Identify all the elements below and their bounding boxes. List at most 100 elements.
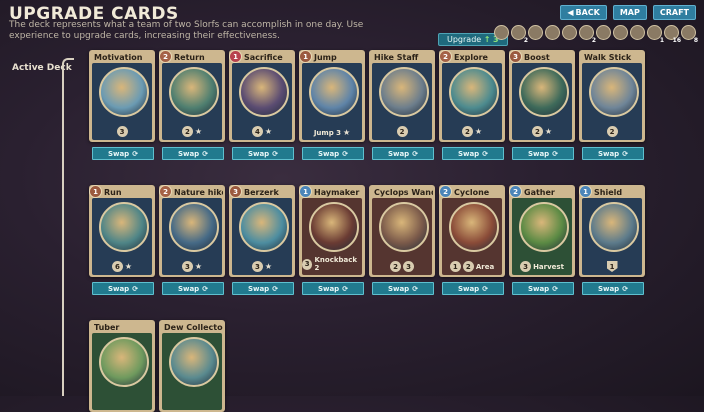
card-jump[interactable]: Jump 1 Jump 3 ★ Swap ⟳ <box>299 50 365 160</box>
swap-icon: ⟳ <box>482 149 489 158</box>
card-gather[interactable]: Gather 2 3 Harvest Swap ⟳ <box>509 185 575 295</box>
card-frame[interactable]: Boost 3 2 ★ <box>509 50 575 142</box>
card-motivation[interactable]: Motivation 3 Swap ⟳ <box>89 50 155 160</box>
swap-icon: ⟳ <box>132 284 139 293</box>
card-frame[interactable]: Haymaker 1 3 Knockback 2 <box>299 185 365 277</box>
card-berzerk[interactable]: Berzerk 3 3 ★ Swap ⟳ <box>229 185 295 295</box>
swap-icon: ⟳ <box>412 149 419 158</box>
card-return[interactable]: Return 2 2 ★ Swap ⟳ <box>159 50 225 160</box>
swap-button[interactable]: Swap ⟳ <box>582 282 644 295</box>
craft-button[interactable]: CRAFT <box>652 5 696 20</box>
swap-button[interactable]: Swap ⟳ <box>162 282 224 295</box>
card-hike-staff[interactable]: Hike Staff 2 Swap ⟳ <box>369 50 435 160</box>
card-stat: 3 <box>92 126 152 137</box>
swap-button[interactable]: Swap ⟳ <box>302 282 364 295</box>
card-body: 3 Harvest <box>512 198 572 275</box>
card-body <box>162 333 222 410</box>
swap-button[interactable]: Swap ⟳ <box>302 147 364 160</box>
card-frame[interactable]: Run 1 6 ★ <box>89 185 155 277</box>
card-body: 1 2 Area <box>442 198 502 275</box>
card-name: Dew Collector <box>164 323 223 332</box>
swap-button[interactable]: Swap ⟳ <box>372 147 434 160</box>
map-button[interactable]: MAP <box>612 5 647 20</box>
card-frame[interactable]: Cyclone 2 1 2 Area <box>439 185 505 277</box>
card-frame[interactable]: Explore 2 2 ★ <box>439 50 505 142</box>
card-frame[interactable]: Shield 1 1 <box>579 185 645 277</box>
stat-value: 2 <box>531 126 543 137</box>
swap-button[interactable]: Swap ⟳ <box>92 147 154 160</box>
leaf-icon <box>528 25 543 40</box>
card-run[interactable]: Run 1 6 ★ Swap ⟳ <box>89 185 155 295</box>
swap-icon: ⟳ <box>622 284 629 293</box>
card-stat: 3 ★ <box>232 261 292 272</box>
swap-button[interactable]: Swap ⟳ <box>92 282 154 295</box>
stick-icon <box>545 25 560 40</box>
card-sacrifice[interactable]: Sacrifice 1 4 ★ Swap ⟳ <box>229 50 295 160</box>
swap-icon: ⟳ <box>552 149 559 158</box>
card-body: 4 ★ <box>232 63 292 140</box>
card-tuber[interactable]: Tuber <box>89 320 155 412</box>
card-frame[interactable]: Berzerk 3 3 ★ <box>229 185 295 277</box>
swap-button[interactable]: Swap ⟳ <box>162 147 224 160</box>
card-frame[interactable]: Nature hike 2 3 ★ <box>159 185 225 277</box>
card-frame[interactable]: Jump 1 Jump 3 ★ <box>299 50 365 142</box>
resource-count: 16 <box>672 37 681 44</box>
card-frame[interactable]: Return 2 2 ★ <box>159 50 225 142</box>
card-art-icon <box>239 67 289 117</box>
card-haymaker[interactable]: Haymaker 1 3 Knockback 2 Swap ⟳ <box>299 185 365 295</box>
card-body: 2 <box>372 63 432 140</box>
card-frame[interactable]: Motivation 3 <box>89 50 155 142</box>
card-walk-stick[interactable]: Walk Stick 2 Swap ⟳ <box>579 50 645 160</box>
card-cyclone[interactable]: Cyclone 2 1 2 Area Swap ⟳ <box>439 185 505 295</box>
card-nature-hike[interactable]: Nature hike 2 3 ★ Swap ⟳ <box>159 185 225 295</box>
swap-icon: ⟳ <box>622 149 629 158</box>
card-frame[interactable]: Sacrifice 1 4 ★ <box>229 50 295 142</box>
card-cost-badge: 2 <box>159 185 172 198</box>
card-art-icon <box>589 202 639 252</box>
card-art-icon <box>379 67 429 117</box>
swap-button[interactable]: Swap ⟳ <box>512 147 574 160</box>
stat-value: 3 <box>251 261 263 272</box>
resource-item: 2 <box>511 25 528 44</box>
card-frame[interactable]: Gather 2 3 Harvest <box>509 185 575 277</box>
card-explore[interactable]: Explore 2 2 ★ Swap ⟳ <box>439 50 505 160</box>
swap-button[interactable]: Swap ⟳ <box>512 282 574 295</box>
card-shield[interactable]: Shield 1 1 Swap ⟳ <box>579 185 645 295</box>
resource-bar: 2 2 1 16 8 <box>494 25 698 44</box>
card-body: 23 <box>372 198 432 275</box>
card-dew-collector[interactable]: Dew Collector <box>159 320 225 412</box>
swap-button[interactable]: Swap ⟳ <box>232 147 294 160</box>
card-cyclops-wand[interactable]: Cyclops Wand 2 3 Swap ⟳ <box>369 185 435 295</box>
card-boost[interactable]: Boost 3 2 ★ Swap ⟳ <box>509 50 575 160</box>
stat-value: 2 <box>396 126 408 137</box>
card-body: 3 Knockback 2 <box>302 198 362 275</box>
swap-icon: ⟳ <box>202 149 209 158</box>
stat-value: 3 <box>116 126 128 137</box>
swap-button[interactable]: Swap ⟳ <box>582 147 644 160</box>
resource-item <box>596 25 611 40</box>
resource-item <box>528 25 543 40</box>
swap-icon: ⟳ <box>272 149 279 158</box>
star-icon: ★ <box>194 262 203 271</box>
card-frame[interactable]: Hike Staff 2 <box>369 50 435 142</box>
card-cost-badge: 1 <box>229 50 242 63</box>
card-name: Hike Staff <box>374 53 419 62</box>
swap-button[interactable]: Swap ⟳ <box>232 282 294 295</box>
card-stat: 1 2 Area <box>442 261 502 272</box>
resource-item <box>630 25 645 40</box>
card-frame[interactable]: Tuber <box>89 320 155 412</box>
card-cost-badge: 1 <box>299 50 312 63</box>
back-button[interactable]: ◀ BACK <box>560 5 607 20</box>
star-icon: ★ <box>194 127 203 136</box>
swap-button[interactable]: Swap ⟳ <box>372 282 434 295</box>
card-art-icon <box>449 67 499 117</box>
card-stat: 3 Harvest <box>512 261 572 272</box>
card-frame[interactable]: Cyclops Wand 2 3 <box>369 185 435 277</box>
card-cost-badge: 1 <box>579 185 592 198</box>
stat-value: 6 <box>111 261 123 272</box>
card-art-icon <box>449 202 499 252</box>
card-frame[interactable]: Dew Collector <box>159 320 225 412</box>
swap-button[interactable]: Swap ⟳ <box>442 282 504 295</box>
swap-button[interactable]: Swap ⟳ <box>442 147 504 160</box>
card-frame[interactable]: Walk Stick 2 <box>579 50 645 142</box>
